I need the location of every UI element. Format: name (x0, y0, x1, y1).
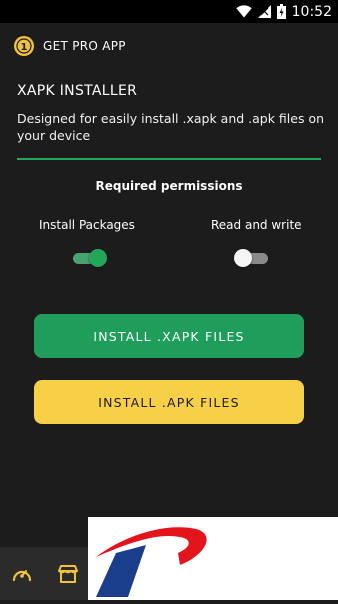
install-apk-button[interactable]: INSTALL .APK FILES (34, 380, 304, 424)
speedometer-icon[interactable] (11, 564, 33, 584)
wifi-icon (235, 5, 252, 18)
read-write-label: Read and write (211, 218, 302, 232)
install-xapk-button[interactable]: INSTALL .XAPK FILES (34, 314, 304, 358)
page-title: XAPK INSTALLER (17, 83, 138, 99)
coin-icon: 1 (14, 36, 34, 56)
get-pro-label: GET PRO APP (43, 39, 126, 53)
get-pro-button[interactable]: 1 GET PRO APP (14, 36, 126, 56)
toggle-knob (89, 249, 107, 267)
main-screen: 1 GET PRO APP XAPK INSTALLER Designed fo… (0, 23, 338, 547)
battery-icon (276, 4, 286, 19)
permissions-title: Required permissions (95, 179, 243, 193)
install-packages-toggle[interactable] (71, 249, 107, 267)
read-write-toggle[interactable] (234, 249, 270, 267)
app-description: Designed for easily install .xapk and .a… (17, 111, 325, 143)
status-time: 10:52 (291, 3, 332, 20)
coin-text: 1 (21, 42, 28, 53)
store-icon[interactable] (57, 564, 79, 584)
brand-logo (88, 517, 338, 600)
divider (17, 158, 321, 160)
install-packages-label: Install Packages (39, 218, 135, 232)
toggle-knob (234, 249, 252, 267)
signal-icon (257, 5, 271, 18)
status-bar: 10:52 (0, 0, 338, 23)
status-icons: 10:52 (235, 2, 332, 21)
